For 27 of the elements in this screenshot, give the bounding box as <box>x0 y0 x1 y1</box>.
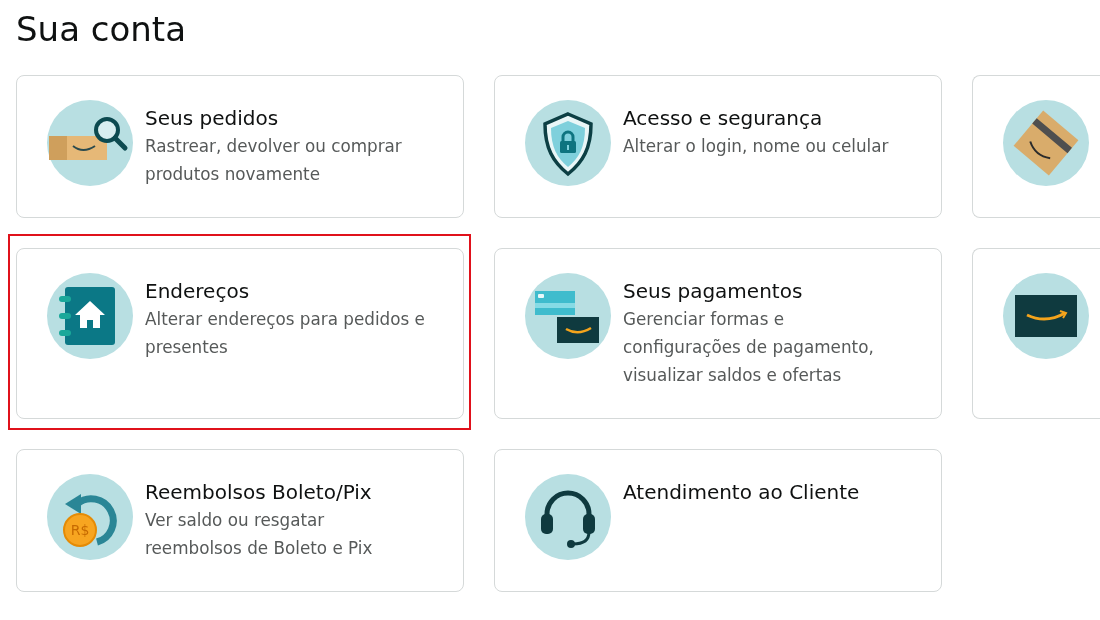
refund-coin-icon: R$ <box>47 474 133 560</box>
card-title: Endereços <box>145 278 251 305</box>
package-icon <box>1003 100 1089 186</box>
card-description: Gerenciar formas e configurações de pagamento, visualizar saldos e ofertas <box>623 308 875 387</box>
payment-cards-icon <box>525 273 611 359</box>
card-description: Alterar o login, nome ou celular <box>623 135 890 158</box>
account-card[interactable]: R$ Reembolsos Boleto/Pix Ver saldo ou resgatar reembolsos de Boleto e Pix <box>16 449 464 592</box>
account-card[interactable] <box>972 248 1100 419</box>
card-title: Seus pagamentos <box>623 278 804 305</box>
account-card[interactable]: Atendimento ao Cliente <box>494 449 942 592</box>
card-description: Rastrear, devolver ou comprar produtos novamente <box>145 135 403 186</box>
page-title: Sua conta <box>16 8 186 51</box>
package-search-icon <box>47 100 133 186</box>
card-description: Alterar endereços para pedidos e presentes <box>145 308 425 359</box>
account-card[interactable]: Acesso e segurança Alterar o login, nome ou celular <box>494 75 942 218</box>
headset-icon <box>525 474 611 560</box>
card-title: Reembolsos Boleto/Pix <box>145 479 373 506</box>
shield-lock-icon <box>525 100 611 186</box>
address-book-icon <box>47 273 133 359</box>
account-card[interactable]: Seus pedidos Rastrear, devolver ou comprar produtos novamente <box>16 75 464 218</box>
card-title: Atendimento ao Cliente <box>623 479 861 506</box>
gift-card-icon <box>1003 273 1089 359</box>
card-title: Seus pedidos <box>145 105 280 132</box>
account-card[interactable]: Endereços Alterar endereços para pedidos e presentes <box>16 248 464 419</box>
card-title: Acesso e segurança <box>623 105 824 132</box>
card-description: Ver saldo ou resgatar reembolsos de Boleto e Pix <box>145 509 374 560</box>
account-card[interactable]: Seus pagamentos Gerenciar formas e configurações de pagamento, visualizar saldos e ofertas <box>494 248 942 419</box>
